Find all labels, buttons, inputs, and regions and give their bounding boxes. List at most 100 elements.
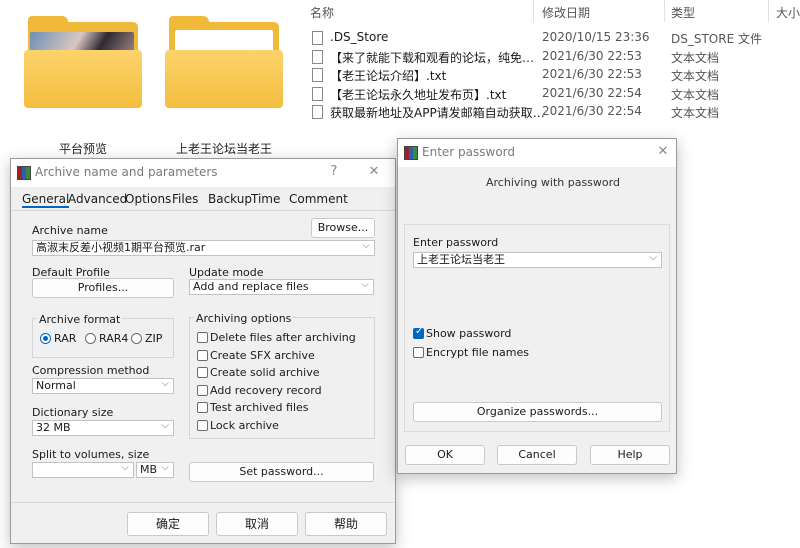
file-name: .DS_Store bbox=[330, 30, 389, 44]
password-dialog-titlebar[interactable]: Enter password ✕ bbox=[398, 139, 676, 167]
tab-general[interactable]: General bbox=[22, 192, 70, 208]
folder-item[interactable]: 平台预览 bbox=[24, 16, 142, 157]
column-header-name[interactable]: 名称 bbox=[310, 4, 334, 21]
tab-time[interactable]: Time bbox=[251, 192, 280, 206]
ok-button[interactable]: 确定 bbox=[127, 512, 209, 536]
encrypt-names-checkbox[interactable] bbox=[413, 347, 424, 358]
create-solid-label[interactable]: Create solid archive bbox=[210, 366, 319, 379]
show-password-checkbox[interactable] bbox=[413, 326, 424, 339]
split-volumes-input[interactable] bbox=[32, 462, 134, 478]
show-password-label[interactable]: Show password bbox=[426, 327, 511, 340]
test-archived-label[interactable]: Test archived files bbox=[210, 401, 309, 414]
password-value: 上老王论坛当老王 bbox=[417, 253, 505, 266]
file-date: 2020/10/15 23:36 bbox=[542, 30, 650, 44]
update-mode-label: Update mode bbox=[189, 266, 264, 279]
file-icon bbox=[312, 31, 323, 45]
help-icon[interactable]: ? bbox=[325, 163, 343, 181]
dictionary-size-label: Dictionary size bbox=[32, 406, 114, 419]
archive-name-label: Archive name bbox=[32, 224, 108, 237]
file-type: 文本文档 bbox=[671, 88, 720, 102]
format-rar-radio[interactable] bbox=[40, 333, 51, 344]
recovery-record-label[interactable]: Add recovery record bbox=[210, 384, 322, 397]
folder-icon bbox=[24, 16, 142, 108]
update-mode-value: Add and replace files bbox=[193, 280, 309, 293]
encrypt-names-label[interactable]: Encrypt file names bbox=[426, 346, 529, 359]
column-header-type[interactable]: 类型 bbox=[671, 4, 695, 21]
archive-name-value: 高淑末反差小视频1期平台预览.rar bbox=[36, 241, 206, 254]
file-type: 文本文档 bbox=[671, 106, 720, 120]
recovery-record-checkbox[interactable] bbox=[197, 385, 208, 396]
delete-after-label[interactable]: Delete files after archiving bbox=[210, 331, 356, 344]
tab-backup[interactable]: Backup bbox=[208, 192, 252, 206]
column-header-date[interactable]: 修改日期 bbox=[542, 4, 590, 21]
tab-comment[interactable]: Comment bbox=[289, 192, 348, 206]
test-archived-checkbox[interactable] bbox=[197, 402, 208, 413]
help-button[interactable]: Help bbox=[590, 445, 670, 465]
compression-method-value: Normal bbox=[36, 379, 76, 392]
create-sfx-label[interactable]: Create SFX archive bbox=[210, 349, 315, 362]
winrar-icon bbox=[404, 146, 418, 160]
password-dialog-subtitle: Archiving with password bbox=[486, 176, 620, 189]
file-type: 文本文档 bbox=[671, 51, 720, 65]
file-name: 获取最新地址及APP请发邮箱自动获取.txt bbox=[330, 106, 545, 120]
tab-files[interactable]: Files bbox=[172, 192, 198, 206]
format-zip-label[interactable]: ZIP bbox=[145, 332, 162, 345]
split-unit-select[interactable]: MB bbox=[136, 462, 174, 478]
file-icon bbox=[312, 105, 323, 119]
delete-after-checkbox[interactable] bbox=[197, 332, 208, 343]
format-rar-label[interactable]: RAR bbox=[54, 332, 76, 345]
compression-method-label: Compression method bbox=[32, 364, 150, 377]
file-name: 【来了就能下载和观看的论坛，纯免费！... bbox=[330, 51, 545, 65]
password-dialog-title: Enter password bbox=[422, 145, 515, 159]
close-icon[interactable]: ✕ bbox=[654, 143, 672, 161]
lock-archive-label[interactable]: Lock archive bbox=[210, 419, 279, 432]
file-icon bbox=[312, 87, 323, 101]
split-unit-value: MB bbox=[140, 463, 158, 476]
create-solid-checkbox[interactable] bbox=[197, 367, 208, 378]
folder-label: 上老王论坛当老王 bbox=[175, 142, 272, 156]
archive-dialog-titlebar[interactable]: Archive name and parameters ? ✕ bbox=[11, 159, 395, 187]
file-name: 【老王论坛介绍】.txt bbox=[330, 69, 447, 83]
cancel-button[interactable]: Cancel bbox=[497, 445, 577, 465]
folder-icon bbox=[165, 16, 283, 108]
lock-archive-checkbox[interactable] bbox=[197, 420, 208, 431]
profiles-button[interactable]: Profiles... bbox=[32, 278, 174, 298]
archive-name-field[interactable]: 高淑末反差小视频1期平台预览.rar bbox=[32, 240, 375, 256]
organize-passwords-button[interactable]: Organize passwords... bbox=[413, 402, 662, 422]
folder-item[interactable]: 上老王论坛当老王 bbox=[165, 16, 283, 157]
tab-options[interactable]: Options bbox=[125, 192, 171, 206]
file-icon bbox=[312, 50, 323, 64]
cancel-button[interactable]: 取消 bbox=[216, 512, 298, 536]
file-icon bbox=[312, 68, 323, 82]
file-date: 2021/6/30 22:53 bbox=[542, 67, 642, 81]
folder-label: 平台预览 bbox=[58, 142, 107, 156]
winrar-icon bbox=[17, 166, 31, 180]
file-type: DS_STORE 文件 bbox=[671, 32, 762, 46]
ok-button[interactable]: OK bbox=[405, 445, 485, 465]
password-input[interactable]: 上老王论坛当老王 bbox=[413, 252, 662, 268]
enter-password-label: Enter password bbox=[413, 236, 499, 249]
tab-advanced[interactable]: Advanced bbox=[68, 192, 127, 206]
archive-format-label: Archive format bbox=[37, 313, 123, 326]
file-date: 2021/6/30 22:54 bbox=[542, 104, 642, 118]
format-rar4-label[interactable]: RAR4 bbox=[99, 332, 128, 345]
file-date: 2021/6/30 22:53 bbox=[542, 49, 642, 63]
file-type: 文本文档 bbox=[671, 69, 720, 83]
create-sfx-checkbox[interactable] bbox=[197, 350, 208, 361]
update-mode-select[interactable]: Add and replace files bbox=[189, 279, 374, 295]
help-button[interactable]: 帮助 bbox=[305, 512, 387, 536]
file-name: 【老王论坛永久地址发布页】.txt bbox=[330, 88, 507, 102]
set-password-button[interactable]: Set password... bbox=[189, 462, 374, 482]
browse-button[interactable]: Browse... bbox=[311, 218, 375, 238]
column-header-size[interactable]: 大小 bbox=[776, 4, 800, 21]
format-zip-radio[interactable] bbox=[131, 333, 142, 344]
close-icon[interactable]: ✕ bbox=[365, 163, 383, 181]
file-date: 2021/6/30 22:54 bbox=[542, 86, 642, 100]
format-rar4-radio[interactable] bbox=[85, 333, 96, 344]
dictionary-size-select[interactable]: 32 MB bbox=[32, 420, 174, 436]
split-volumes-label: Split to volumes, size bbox=[32, 448, 150, 461]
compression-method-select[interactable]: Normal bbox=[32, 378, 174, 394]
archiving-options-label: Archiving options bbox=[194, 312, 294, 325]
dictionary-size-value: 32 MB bbox=[36, 421, 71, 434]
archive-dialog-title: Archive name and parameters bbox=[35, 165, 218, 179]
